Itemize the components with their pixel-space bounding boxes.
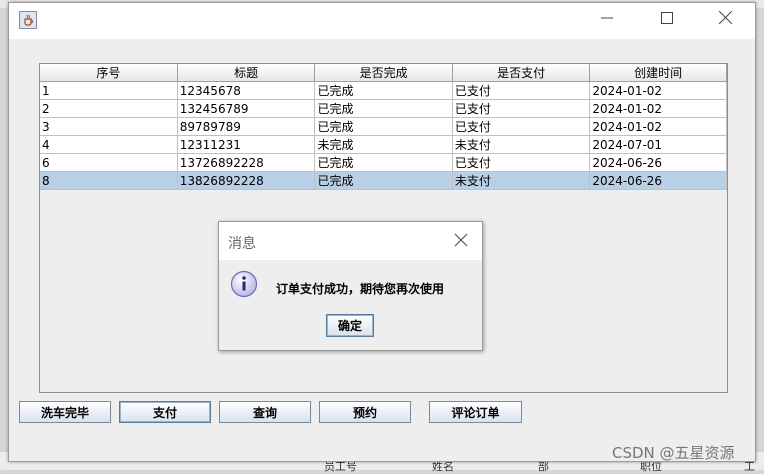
main-window: 序号 标题 是否完成 是否支付 创建时间 1 12345678 已完成 已支付 …	[8, 2, 756, 462]
cell-title: 13826892228	[177, 171, 316, 190]
cell-title: 132456789	[177, 99, 316, 118]
table-row[interactable]: 1 12345678 已完成 已支付 2024-01-02	[40, 81, 727, 100]
cell-title: 89789789	[177, 117, 316, 136]
cell-paid: 已支付	[452, 99, 591, 118]
cell-title: 13726892228	[177, 153, 316, 172]
cell-id: 8	[40, 171, 178, 190]
dialog-title: 消息	[228, 236, 256, 252]
cell-title: 12311231	[177, 135, 316, 154]
table-row[interactable]: 4 12311231 未完成 未支付 2024-07-01	[40, 135, 727, 154]
cell-created: 2024-01-02	[589, 117, 727, 136]
column-header-paid[interactable]: 是否支付	[452, 64, 591, 82]
pay-button[interactable]: 支付	[119, 401, 211, 423]
dialog-close-icon[interactable]	[452, 231, 470, 249]
dialog-message: 订单支付成功，期待您再次使用	[276, 282, 445, 296]
cell-id: 2	[40, 99, 178, 118]
cell-id: 4	[40, 135, 178, 154]
cell-id: 6	[40, 153, 178, 172]
cell-completed: 已完成	[314, 117, 453, 136]
cell-paid: 未支付	[452, 135, 591, 154]
table-header-row: 序号 标题 是否完成 是否支付 创建时间	[40, 64, 727, 82]
cell-created: 2024-01-02	[589, 99, 727, 118]
cell-completed: 已完成	[314, 153, 453, 172]
cell-created: 2024-07-01	[589, 135, 727, 154]
minimize-button[interactable]	[593, 9, 621, 31]
dialog-ok-button[interactable]: 确定	[326, 314, 374, 337]
wash-done-button[interactable]: 洗车完毕	[19, 401, 111, 423]
title-bar	[9, 3, 755, 39]
column-header-title[interactable]: 标题	[177, 64, 316, 82]
cell-title: 12345678	[177, 81, 316, 100]
close-button[interactable]	[711, 9, 739, 31]
java-app-icon	[19, 11, 37, 29]
cell-completed: 未完成	[314, 135, 453, 154]
cell-id: 3	[40, 117, 178, 136]
table-row[interactable]: 2 132456789 已完成 已支付 2024-01-02	[40, 99, 727, 118]
maximize-button[interactable]	[653, 9, 681, 31]
cell-created: 2024-01-02	[589, 81, 727, 100]
cell-paid: 已支付	[452, 81, 591, 100]
query-button[interactable]: 查询	[219, 401, 311, 423]
cell-completed: 已完成	[314, 81, 453, 100]
cell-paid: 未支付	[452, 171, 591, 190]
message-dialog: 消息 订单支付成功，期待您再次使用 确定	[218, 221, 483, 351]
cell-id: 1	[40, 81, 178, 100]
cell-created: 2024-06-26	[589, 171, 727, 190]
information-icon	[230, 270, 258, 301]
review-order-button[interactable]: 评论订单	[429, 401, 522, 423]
column-header-created[interactable]: 创建时间	[589, 64, 727, 82]
dialog-title-bar: 消息	[219, 222, 482, 260]
watermark-text: CSDN @五星资源	[612, 444, 735, 462]
reserve-button[interactable]: 预约	[319, 401, 411, 423]
cell-completed: 已完成	[314, 171, 453, 190]
table-row-selected[interactable]: 8 13826892228 已完成 未支付 2024-06-26	[40, 171, 727, 190]
cell-paid: 已支付	[452, 117, 591, 136]
cell-created: 2024-06-26	[589, 153, 727, 172]
cell-completed: 已完成	[314, 99, 453, 118]
orders-table: 序号 标题 是否完成 是否支付 创建时间 1 12345678 已完成 已支付 …	[40, 64, 727, 190]
column-header-id[interactable]: 序号	[40, 64, 178, 82]
table-row[interactable]: 6 13726892228 已完成 已支付 2024-06-26	[40, 153, 727, 172]
table-row[interactable]: 3 89789789 已完成 已支付 2024-01-02	[40, 117, 727, 136]
cell-paid: 已支付	[452, 153, 591, 172]
column-header-completed[interactable]: 是否完成	[314, 64, 453, 82]
